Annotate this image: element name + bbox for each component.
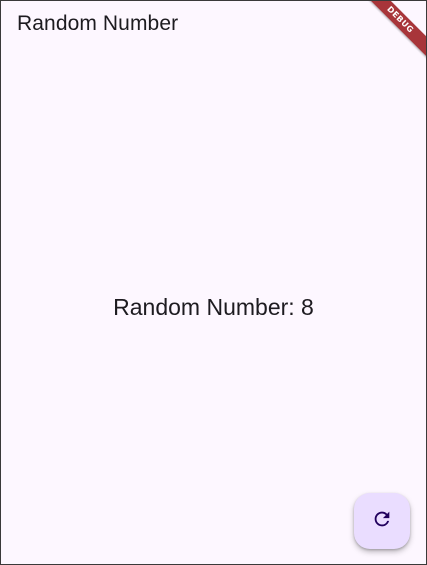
random-number-text: Random Number: 8 [113,294,314,320]
body-content: Random Number: 8 [1,1,426,564]
refresh-icon [371,508,393,535]
refresh-button[interactable] [354,493,410,549]
app-window: Random Number Random Number: 8 DEBUG [0,0,427,565]
